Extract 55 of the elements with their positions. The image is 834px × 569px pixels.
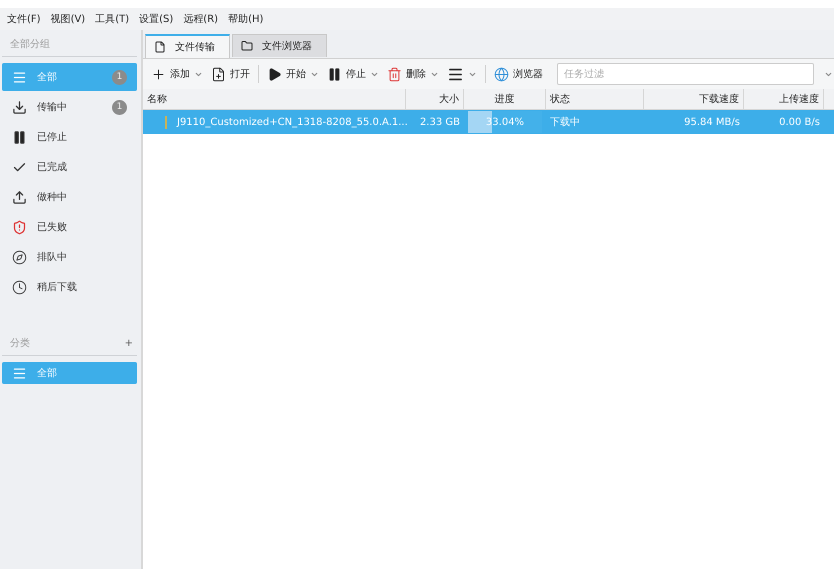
plus-icon xyxy=(151,66,166,82)
count-badge: 1 xyxy=(112,70,127,84)
column-header[interactable]: 状态 xyxy=(546,89,644,109)
column-header[interactable]: 大小 xyxy=(406,89,464,109)
sidebar-item[interactable]: 已完成 xyxy=(2,153,137,181)
download-icon xyxy=(12,100,27,114)
file-icon xyxy=(154,41,166,53)
sidebar-item[interactable]: 已失败 xyxy=(2,213,137,241)
file-plus-icon xyxy=(211,66,226,82)
sidebar-item[interactable]: 稍后下载 xyxy=(2,273,137,301)
sidebar-item[interactable]: 做种中 xyxy=(2,183,137,211)
stop-button[interactable]: 停止 xyxy=(327,66,379,82)
compass-icon xyxy=(12,250,27,264)
sidebar-item[interactable]: 传输中 1 xyxy=(2,93,137,121)
column-header[interactable]: 进度 xyxy=(464,89,546,109)
pause-icon xyxy=(12,130,27,144)
menu-icon xyxy=(12,366,27,380)
file-name: J9110_Customized+CN_1318-8208_55.0.A.1... xyxy=(177,116,408,128)
category-heading: 分类 xyxy=(10,336,30,350)
menu-item[interactable]: 远程(R) xyxy=(183,12,218,26)
tab[interactable]: 文件浏览器 xyxy=(232,34,327,57)
menu-item[interactable]: 文件(F) xyxy=(7,12,41,26)
folder-icon xyxy=(241,40,253,52)
pause-icon xyxy=(327,66,342,82)
column-header[interactable]: 下载速度 xyxy=(644,89,744,109)
browser-button[interactable]: 浏览器 xyxy=(494,66,543,82)
delete-button[interactable]: 删除 xyxy=(387,66,439,82)
progress-text: 33.04% xyxy=(486,116,524,128)
tab[interactable]: 文件传输 xyxy=(145,34,230,58)
sidebar-item[interactable]: 已停止 xyxy=(2,123,137,151)
shield-alert-icon xyxy=(12,220,27,234)
upload-icon xyxy=(12,190,27,204)
menu-item[interactable]: 视图(V) xyxy=(50,12,86,26)
download-speed-cell-text: 95.84 MB/s xyxy=(683,116,741,130)
column-header[interactable]: 上传速度 xyxy=(744,89,824,109)
add-category-button[interactable]: + xyxy=(124,338,133,348)
start-button[interactable]: 开始 xyxy=(267,66,319,82)
add-button[interactable]: 添加 xyxy=(151,66,203,82)
sidebar-item[interactable]: 排队中 xyxy=(2,243,137,271)
menu-icon xyxy=(12,70,27,84)
globe-icon xyxy=(494,66,509,82)
group-heading: 全部分组 xyxy=(10,38,50,51)
filter-field[interactable]: 任务过滤 xyxy=(557,63,814,85)
menu-item[interactable]: 帮助(H) xyxy=(228,12,264,26)
play-icon xyxy=(267,66,282,82)
clock-icon xyxy=(12,280,27,294)
open-button[interactable]: 打开 xyxy=(211,66,250,82)
menu-item[interactable]: 工具(T) xyxy=(95,12,130,26)
status-cell-text: 下载中 xyxy=(549,116,581,130)
menu-item[interactable]: 设置(S) xyxy=(139,12,174,26)
upload-speed-cell-text: 0.00 B/s xyxy=(778,116,821,130)
count-badge: 1 xyxy=(112,100,127,114)
column-header[interactable]: 名称 xyxy=(143,89,406,109)
trash-icon xyxy=(387,66,402,82)
size-cell-text: 2.33 GB xyxy=(418,116,461,130)
